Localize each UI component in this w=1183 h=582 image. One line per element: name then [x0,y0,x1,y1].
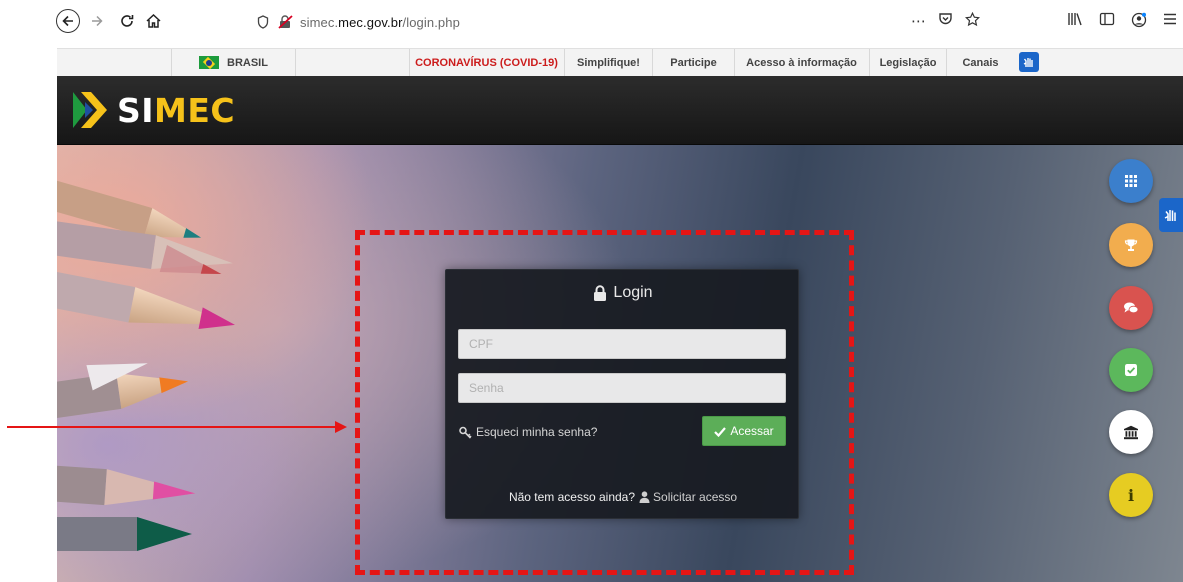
menu-icon[interactable] [1163,12,1177,32]
gov-spacer [295,49,409,76]
page-root: simec.mec.gov.br/login.php ⋯ BRASIL CORO… [0,0,1183,582]
home-button[interactable] [142,10,164,32]
shield-icon[interactable] [256,15,270,29]
logo-si: SI [117,90,155,130]
page-actions-button[interactable]: ⋯ [911,12,926,31]
key-icon [459,426,472,439]
apps-button[interactable] [1109,159,1153,203]
gov-canais-link[interactable]: Canais [946,49,1014,76]
request-access-link[interactable]: Solicitar acesso [639,490,737,504]
bookmark-star-icon[interactable] [964,11,981,31]
url-path: /login.php [402,14,460,30]
url-actions: ⋯ [911,11,981,31]
gov-acesso-link[interactable]: Acesso à informação [734,49,868,76]
forgot-password-link[interactable]: Esqueci minha senha? [459,425,597,439]
sign-language-icon [1164,210,1176,221]
insecure-lock-icon[interactable] [278,15,294,29]
arrow-left-icon [62,15,73,27]
pocket-icon[interactable] [938,12,953,31]
simec-logo-text: SIMEC [117,91,235,130]
back-button[interactable] [56,9,80,33]
login-title: Login [446,284,800,302]
libras-hand-icon[interactable] [1019,52,1039,72]
arrow-right-icon [92,15,103,27]
no-access-row: Não tem acesso ainda? Solicitar acesso [446,490,800,504]
logo-mec: MEC [154,90,236,130]
chat-button[interactable] [1109,286,1153,330]
trophy-icon [1124,239,1138,251]
comments-icon [1124,302,1139,314]
info-icon: i [1127,485,1135,505]
cpf-input[interactable] [458,329,786,359]
browser-toolbar: simec.mec.gov.br/login.php ⋯ [0,0,1183,50]
url-bar[interactable]: simec.mec.gov.br/login.php ⋯ [250,9,990,35]
simec-logo-mark-icon [73,92,107,128]
trophy-button[interactable] [1109,223,1153,267]
info-button[interactable]: i [1109,473,1153,517]
browser-tools [1067,12,1177,32]
gov-covid-link[interactable]: CORONAVÍRUS (COVID-19) [409,49,563,76]
gov-bar: BRASIL CORONAVÍRUS (COVID-19) Simplifiqu… [57,48,1183,76]
no-access-text: Não tem acesso ainda? [508,490,636,504]
request-access-text: Solicitar acesso [653,490,738,504]
annotation-arrow [7,421,347,433]
login-panel: Login Esqueci minha senha? Acessar Não t… [445,269,799,519]
gov-participe-link[interactable]: Participe [652,49,734,76]
account-icon[interactable] [1131,12,1147,32]
simec-logo[interactable]: SIMEC [71,88,235,132]
check-square-icon [1125,364,1137,376]
site-header: SIMEC [57,76,1183,145]
senha-input[interactable] [458,373,786,403]
institution-icon [1124,425,1138,439]
sidebar-icon[interactable] [1099,12,1115,32]
checklist-button[interactable] [1109,348,1153,392]
forward-button[interactable] [88,10,106,32]
lock-icon [594,285,607,301]
gov-brasil-label: BRASIL [227,56,268,69]
url-text[interactable]: simec.mec.gov.br/login.php [300,15,460,30]
url-prefix: simec. [300,14,339,30]
url-domain: mec.gov.br [338,14,403,30]
library-icon[interactable] [1067,12,1083,32]
acessar-button[interactable]: Acessar [702,416,786,446]
institution-button[interactable] [1109,410,1153,454]
libras-side-button[interactable] [1159,198,1183,232]
acessar-label: Acessar [730,424,774,438]
home-icon [145,13,161,28]
gov-simplifique-link[interactable]: Simplifique! [564,49,652,76]
user-icon [639,491,650,503]
brazil-flag-icon [199,56,220,69]
check-icon [714,426,727,437]
gov-legislacao-link[interactable]: Legislação [869,49,946,76]
grid-icon [1125,175,1137,187]
gov-brasil-link[interactable]: BRASIL [171,49,295,76]
reload-icon [121,15,134,27]
reload-button[interactable] [117,10,137,32]
login-title-text: Login [613,284,653,301]
forgot-password-text: Esqueci minha senha? [476,425,598,439]
